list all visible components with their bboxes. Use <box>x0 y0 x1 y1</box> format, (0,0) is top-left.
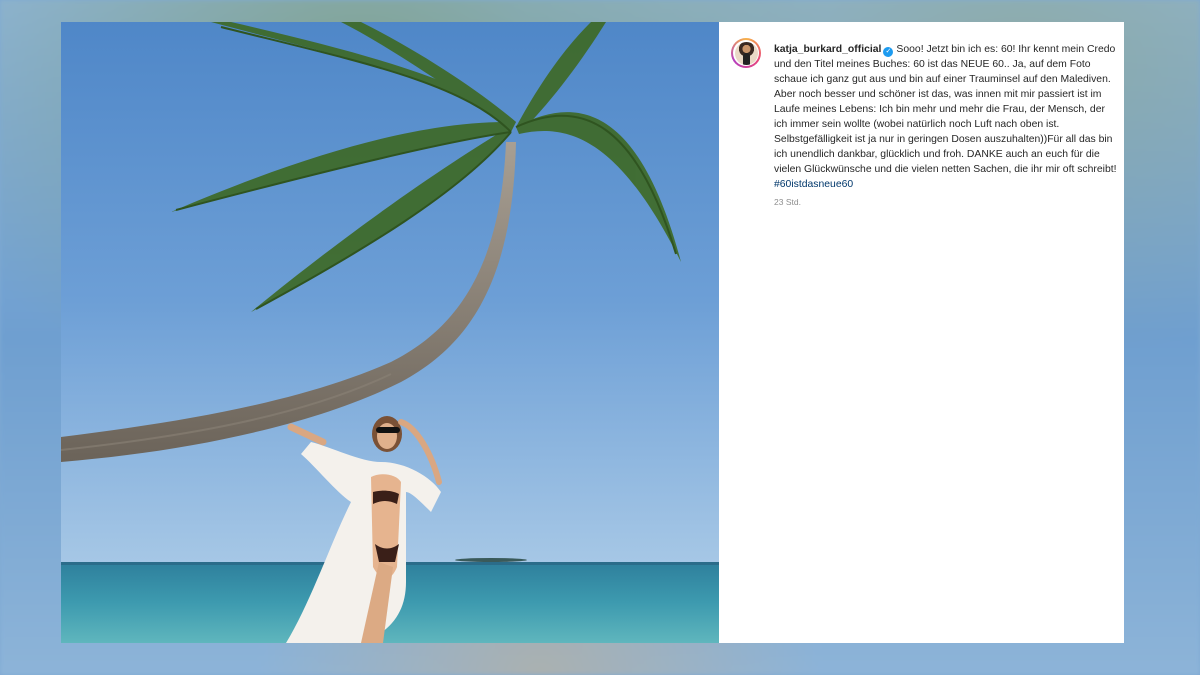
instagram-post: katja_burkard_official ✓ Sooo! Jetzt bin i… <box>61 22 1124 643</box>
post-caption: katja_burkard_official ✓ Sooo! Jetzt bin i… <box>774 42 1119 192</box>
caption-panel: katja_burkard_official ✓ Sooo! Jetzt bin i… <box>719 22 1124 643</box>
caption-text: Sooo! Jetzt bin ich es: 60! Ihr kennt me… <box>774 44 1117 175</box>
profile-avatar[interactable] <box>731 38 761 68</box>
post-photo <box>61 22 719 643</box>
post-timestamp[interactable]: 23 Std. <box>774 197 801 207</box>
username-link[interactable]: katja_burkard_official <box>774 44 881 55</box>
hashtag-link[interactable]: #60istdasneue60 <box>774 179 853 190</box>
verified-badge-icon: ✓ <box>883 47 894 57</box>
avatar-image <box>734 41 758 65</box>
beach-palm-scene <box>61 22 719 643</box>
